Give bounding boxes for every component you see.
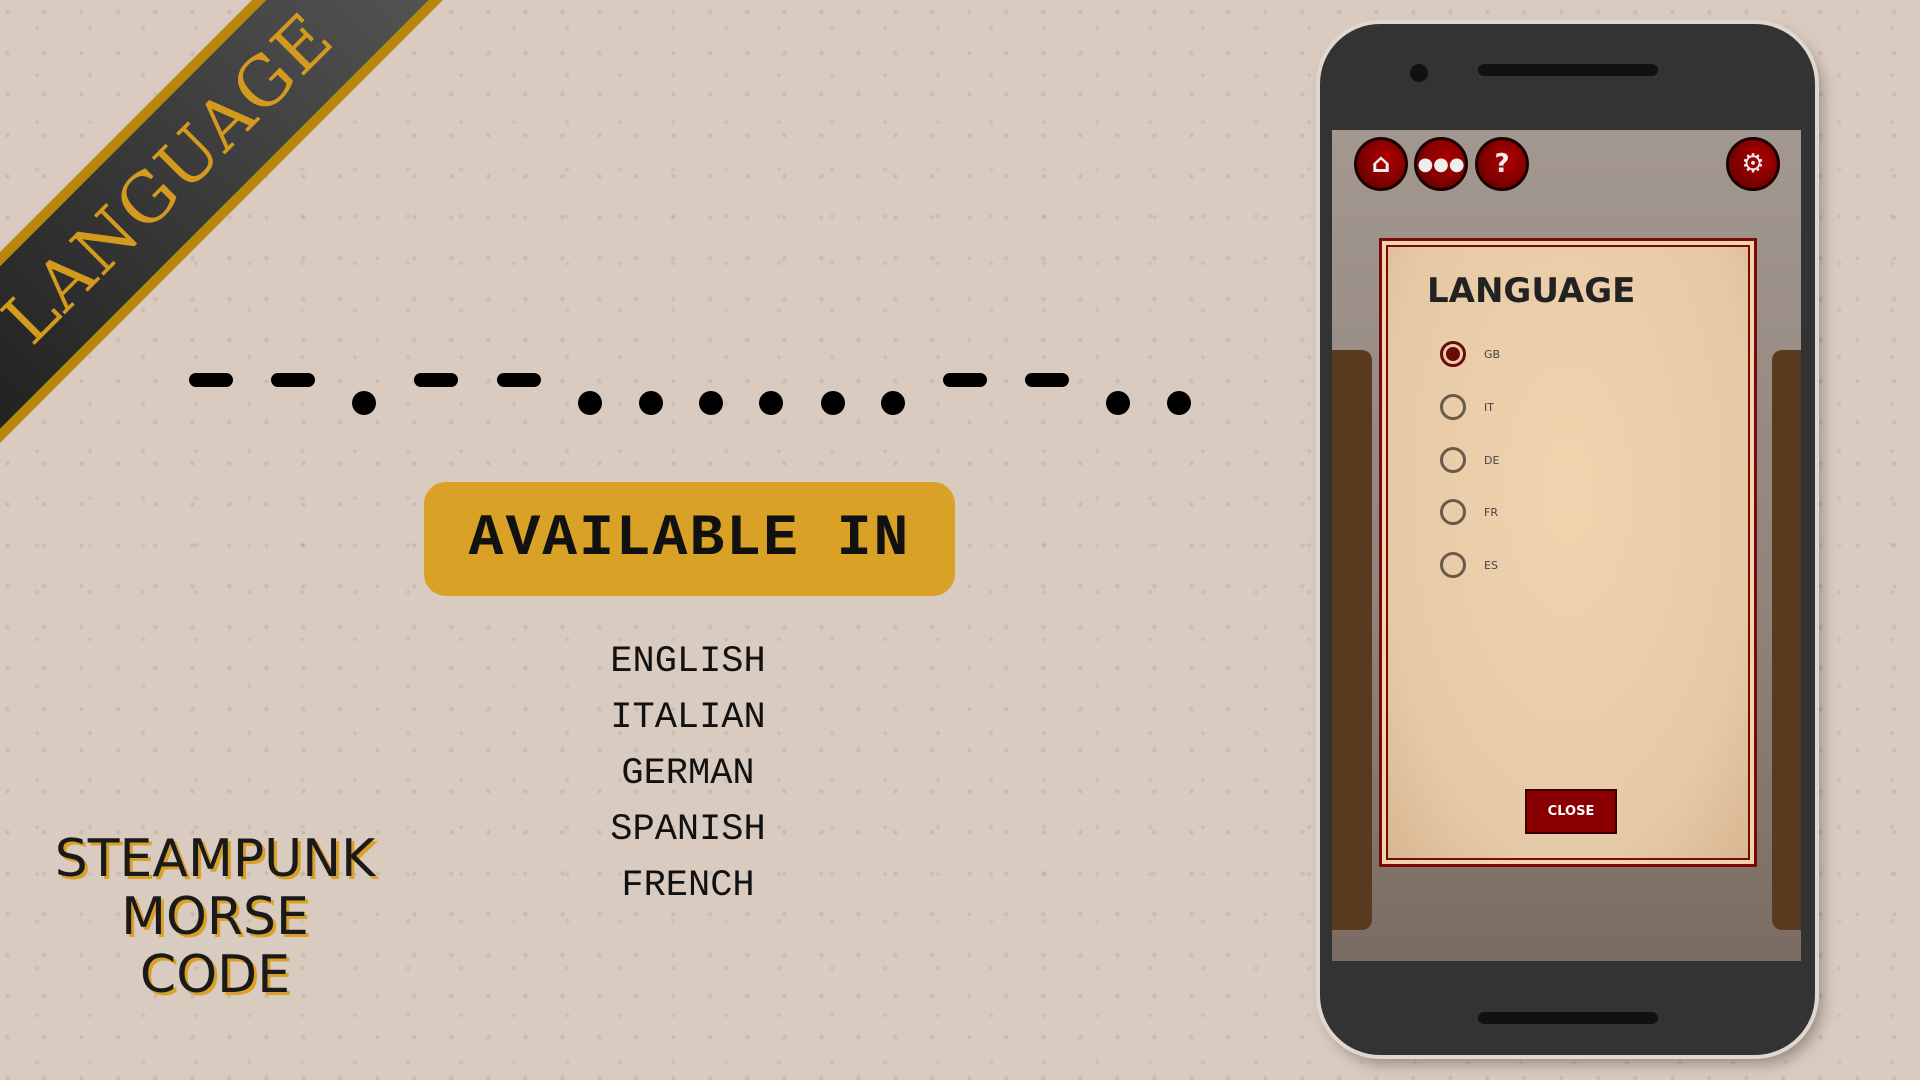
morse-dot — [759, 391, 783, 415]
morse-dash — [189, 373, 233, 387]
home-button[interactable]: ⌂ — [1354, 137, 1408, 191]
home-icon: ⌂ — [1371, 149, 1391, 179]
radio-button[interactable] — [1440, 341, 1466, 367]
radio-button[interactable] — [1440, 447, 1466, 473]
option-label: IT — [1484, 400, 1494, 414]
home-bar — [1478, 1012, 1658, 1024]
morse-dot — [881, 391, 905, 415]
app-title: STEAMPUNK MORSE CODE — [20, 830, 410, 1004]
robot-decoration — [1332, 350, 1372, 930]
option-label: DE — [1484, 453, 1500, 467]
language-item: ENGLISH — [610, 641, 766, 683]
title-line: MORSE — [121, 887, 309, 947]
speaker — [1478, 64, 1658, 76]
camera — [1410, 64, 1428, 82]
language-item: FRENCH — [621, 865, 755, 907]
radio-option-it[interactable]: IT — [1440, 394, 1494, 420]
settings-button[interactable]: ⚙ — [1726, 137, 1780, 191]
morse-dot — [578, 391, 602, 415]
morse-dash — [414, 373, 458, 387]
language-item: SPANISH — [610, 809, 766, 851]
morse-dash — [497, 373, 541, 387]
help-button[interactable]: ? — [1475, 137, 1529, 191]
radio-option-fr[interactable]: FR — [1440, 499, 1498, 525]
language-list: ENGLISH ITALIAN GERMAN SPANISH FRENCH — [538, 634, 838, 914]
option-label: ES — [1484, 558, 1498, 572]
help-icon: ? — [1494, 149, 1510, 179]
option-label: FR — [1484, 505, 1498, 519]
morse-dot — [639, 391, 663, 415]
users-icon: ●●● — [1417, 153, 1465, 175]
language-item: GERMAN — [621, 753, 755, 795]
morse-dot — [821, 391, 845, 415]
morse-dash — [1025, 373, 1069, 387]
morse-dash — [943, 373, 987, 387]
radio-button[interactable] — [1440, 552, 1466, 578]
radio-button[interactable] — [1440, 394, 1466, 420]
language-item: ITALIAN — [610, 697, 766, 739]
close-button[interactable]: CLOSE — [1525, 789, 1617, 834]
radio-option-gb[interactable]: GB — [1440, 341, 1500, 367]
radio-option-de[interactable]: DE — [1440, 447, 1499, 473]
morse-dash — [271, 373, 315, 387]
gear-icon: ⚙ — [1741, 149, 1765, 179]
phone-mockup: ⌂ ●●● ? ⚙ LANGUAGE GB IT DE FR ES CLOSE — [1320, 24, 1815, 1055]
language-dialog: LANGUAGE GB IT DE FR ES CLOSE — [1379, 238, 1757, 867]
radio-option-es[interactable]: ES — [1440, 552, 1498, 578]
title-line: CODE — [139, 945, 291, 1005]
morse-code — [0, 0, 1300, 450]
title-line: STEAMPUNK — [54, 829, 376, 889]
robot-decoration — [1772, 350, 1801, 930]
users-button[interactable]: ●●● — [1414, 137, 1468, 191]
radio-button[interactable] — [1440, 499, 1466, 525]
morse-dot — [1167, 391, 1191, 415]
app-screen: ⌂ ●●● ? ⚙ LANGUAGE GB IT DE FR ES CLOSE — [1332, 130, 1801, 961]
option-label: GB — [1484, 347, 1501, 361]
available-in-badge: AVAILABLE IN — [424, 482, 955, 596]
morse-dot — [699, 391, 723, 415]
morse-dot — [1106, 391, 1130, 415]
morse-dot — [352, 391, 376, 415]
dialog-title: LANGUAGE — [1427, 271, 1636, 311]
